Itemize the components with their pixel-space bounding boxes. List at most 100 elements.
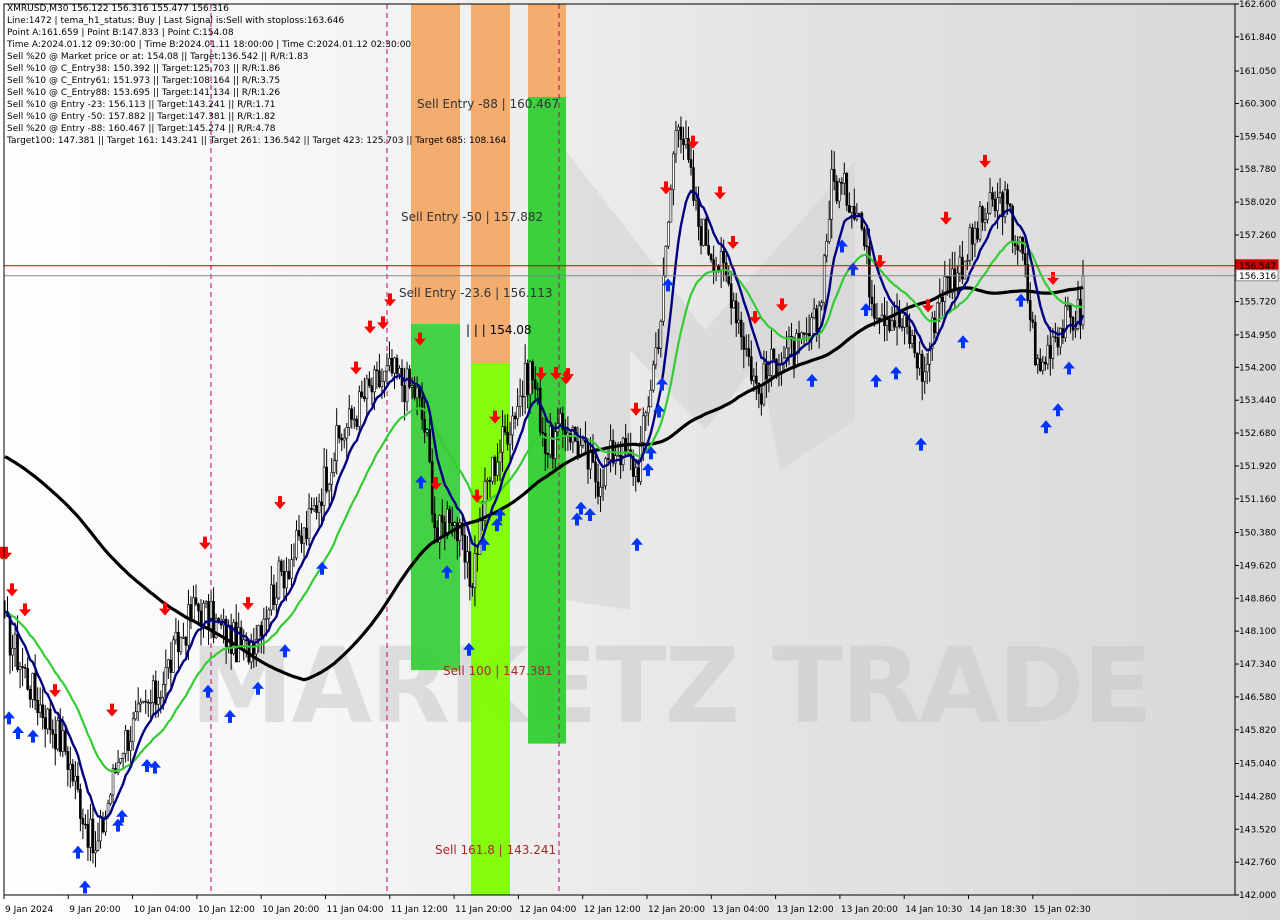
candle-body	[430, 461, 434, 515]
candle-body	[1028, 300, 1032, 321]
candle-body	[48, 708, 52, 731]
candle-body	[342, 437, 346, 441]
y-tick-label: 151.160	[1239, 495, 1276, 505]
candle-body	[69, 763, 72, 770]
candle-body	[207, 601, 210, 629]
candle-body	[330, 472, 333, 485]
candle-body	[760, 393, 763, 405]
x-tick-label: 10 Jan 12:00	[198, 905, 255, 915]
candle-body	[295, 530, 298, 559]
candle-body	[644, 412, 648, 417]
candle-body	[1016, 245, 1019, 251]
candle-body	[903, 315, 906, 328]
candle-body	[302, 527, 306, 544]
candle-body	[352, 418, 356, 421]
chart-window[interactable]: MARKETZ TRADE Sell Entry -88 | 160.467 Sel…	[0, 0, 1280, 920]
zone-label-entry_c: | | | 154.08	[466, 323, 532, 337]
candle-body	[986, 212, 989, 221]
candle-body	[913, 335, 916, 354]
candle-body	[257, 625, 261, 640]
candle-body	[373, 369, 376, 393]
candle-body	[265, 617, 268, 620]
candle-body	[1051, 336, 1055, 359]
y-tick-label: 154.200	[1239, 363, 1276, 373]
x-tick-label: 11 Jan 04:00	[327, 905, 384, 915]
buy-arrow	[890, 366, 902, 380]
candle-body	[56, 720, 60, 750]
candle-body	[275, 597, 278, 605]
buy-arrow	[1040, 420, 1052, 434]
candle-body	[385, 365, 389, 372]
y-tick-label: 160.300	[1239, 99, 1276, 109]
candle-body	[1041, 361, 1045, 371]
candle-body	[953, 268, 957, 291]
info-line: Sell %10 @ Entry -50: 157.882 || Target:…	[7, 112, 276, 122]
candle-body	[765, 363, 768, 380]
candle-body	[946, 276, 949, 278]
candle-body	[689, 159, 693, 168]
candle-body	[732, 300, 736, 309]
candle-body	[184, 636, 188, 646]
candle-body	[704, 218, 708, 246]
candle-body	[508, 434, 512, 445]
candle-body	[375, 369, 379, 372]
candle-body	[662, 275, 665, 322]
candle-body	[126, 729, 130, 751]
candle-body	[234, 621, 238, 663]
candle-body	[634, 467, 638, 477]
candle-body	[993, 198, 997, 211]
x-tick-label: 12 Jan 20:00	[648, 905, 705, 915]
candle-body	[71, 763, 75, 782]
candle-body	[395, 357, 399, 375]
sell-arrow	[377, 316, 389, 330]
candle-body	[365, 378, 369, 400]
candle-body	[516, 406, 519, 420]
candle-body	[737, 319, 741, 324]
info-line: Line:1472 | tema_h1_status: Buy | Last S…	[7, 16, 345, 26]
candle-body	[888, 319, 891, 331]
candle-body	[863, 228, 866, 247]
candle-body	[169, 659, 173, 673]
x-tick-label: 10 Jan 04:00	[134, 905, 191, 915]
candle-body	[322, 466, 326, 506]
candle-body	[466, 551, 469, 563]
candle-body	[664, 245, 668, 276]
candle-body	[86, 824, 90, 848]
candle-body	[390, 358, 394, 374]
candle-body	[408, 368, 411, 388]
candle-body	[966, 260, 969, 262]
candle-body	[682, 139, 685, 146]
current-price-label: 156.316	[1239, 272, 1276, 282]
candle-body	[252, 642, 256, 655]
info-line: Sell %10 @ C_Entry61: 151.973 || Target:…	[7, 76, 281, 86]
candle-body	[677, 126, 680, 131]
candle-body	[935, 302, 939, 334]
candle-body	[679, 126, 683, 140]
candle-body	[154, 680, 158, 705]
sell-arrow	[350, 361, 362, 375]
candle-body	[998, 192, 1002, 198]
sell-arrow	[49, 684, 61, 698]
candle-body	[290, 559, 293, 579]
candle-body	[873, 303, 876, 319]
candle-body	[890, 320, 894, 331]
candle-body	[425, 429, 429, 433]
candle-body	[531, 361, 534, 381]
candle-body	[312, 505, 316, 510]
candle-body	[576, 441, 580, 457]
candle-body	[692, 167, 695, 201]
candle-body	[699, 226, 703, 246]
candle-body	[802, 332, 806, 335]
candle-body	[792, 338, 796, 367]
candle-body	[337, 425, 341, 439]
candle-body	[380, 381, 384, 388]
candle-body	[1038, 358, 1042, 371]
candle-body	[325, 466, 328, 492]
candle-body	[915, 352, 919, 369]
info-line: Target100: 147.381 || Target 161: 143.24…	[7, 136, 507, 146]
candle-body	[963, 260, 967, 280]
candle-body	[684, 138, 688, 146]
candle-body	[827, 219, 831, 242]
candle-body	[18, 666, 22, 671]
candle-body	[536, 388, 540, 390]
